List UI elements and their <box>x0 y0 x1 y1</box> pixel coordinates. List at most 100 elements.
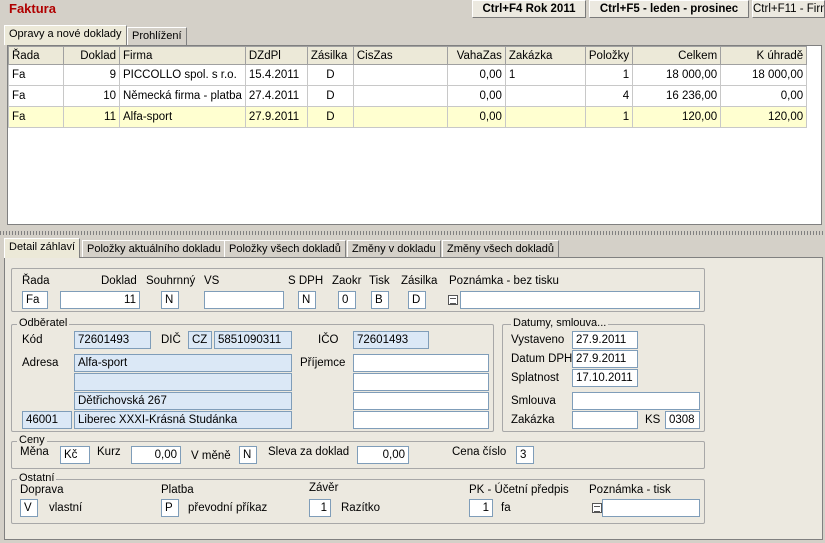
doklad-label: Doklad <box>101 275 137 287</box>
cell-vahazas: 0,00 <box>446 85 506 107</box>
cell-zasilka: D <box>306 64 354 86</box>
poznamka-tisk-field[interactable] <box>602 499 700 517</box>
vystaveno-field[interactable]: 27.9.2011 <box>572 331 638 349</box>
detail-panel: Řada Doklad Souhrnný VS S DPH Zaokr Tisk… <box>4 257 823 540</box>
col-dzdpl[interactable]: DZdPl <box>244 46 308 65</box>
zaokr-field[interactable]: 0 <box>338 291 356 309</box>
mena-label: Měna <box>20 446 49 458</box>
poznamka-bez-tisku-field[interactable] <box>460 291 700 309</box>
kod-field[interactable]: 72601493 <box>74 331 151 349</box>
smlouva-field[interactable] <box>572 392 700 410</box>
rada-label: Řada <box>22 275 50 287</box>
col-doklad[interactable]: Doklad <box>63 46 120 65</box>
odberatel-title: Odběratel <box>17 317 70 329</box>
psc-field[interactable]: 46001 <box>22 411 72 429</box>
adresa-line-2[interactable] <box>74 373 292 391</box>
col-zasilka[interactable]: Zásilka <box>306 46 354 65</box>
prijemce-line-3[interactable] <box>353 392 489 410</box>
documents-grid[interactable]: Řada Doklad Firma DZdPl Zásilka CisZas V… <box>7 45 822 225</box>
rada-field[interactable]: Fa <box>22 291 48 309</box>
datum-dph-field[interactable]: 27.9.2011 <box>572 350 638 368</box>
year-button[interactable]: Ctrl+F4 Rok 2011 <box>472 0 586 18</box>
cell-zasilka: D <box>306 106 354 128</box>
vs-field[interactable] <box>204 291 284 309</box>
table-row[interactable]: Fa 10 Německá firma - platba 27.4.2011 D… <box>8 85 808 107</box>
ceny-title: Ceny <box>17 434 47 446</box>
pk-field[interactable]: 1 <box>469 499 493 517</box>
doklad-field[interactable]: 11 <box>60 291 140 309</box>
zakazka-field[interactable] <box>572 411 638 429</box>
cell-rada: Fa <box>8 106 64 128</box>
cell-ciszas <box>352 85 448 107</box>
col-k-uhrade[interactable]: K úhradě <box>720 46 808 65</box>
tab-zmeny-v-dokladu[interactable]: Změny v dokladu <box>347 240 441 258</box>
zaver-field[interactable]: 1 <box>309 499 331 517</box>
mesto-field[interactable]: Liberec XXXI-Krásná Studánka <box>74 411 292 429</box>
prijemce-line-2[interactable] <box>353 373 489 391</box>
grid-header-row: Řada Doklad Firma DZdPl Zásilka CisZas V… <box>8 46 808 65</box>
memo-icon[interactable] <box>448 295 458 305</box>
cell-polozky: 4 <box>584 85 634 107</box>
tab-polozky-vsech[interactable]: Položky všech dokladů <box>224 240 346 258</box>
tisk-label: Tisk <box>369 275 390 287</box>
vmene-field[interactable]: N <box>239 446 257 464</box>
dic-prefix-field[interactable]: CZ <box>188 331 212 349</box>
doprava-field[interactable]: V <box>20 499 38 517</box>
table-row[interactable]: Fa 9 PICCOLLO spol. s r.o. 15.4.2011 D 0… <box>8 64 808 86</box>
ks-field[interactable]: 0308 <box>665 411 700 429</box>
cell-vahazas: 0,00 <box>446 64 506 86</box>
mena-field[interactable]: Kč <box>60 446 90 464</box>
tab-zmeny-vsech[interactable]: Změny všech dokladů <box>442 240 559 258</box>
tab-prohlizeni[interactable]: Prohlížení <box>127 27 187 45</box>
platba-field[interactable]: P <box>161 499 179 517</box>
sleva-label: Sleva za doklad <box>268 446 350 458</box>
col-ciszas[interactable]: CisZas <box>352 46 448 65</box>
tisk-field[interactable]: B <box>371 291 389 309</box>
zasilka-field[interactable]: D <box>408 291 426 309</box>
poznamka-tisk-label: Poznámka - tisk <box>589 484 671 496</box>
kurz-label: Kurz <box>97 446 121 458</box>
cell-doklad: 11 <box>63 106 120 128</box>
cena-cislo-field[interactable]: 3 <box>516 446 534 464</box>
col-rada[interactable]: Řada <box>8 46 64 65</box>
kod-label: Kód <box>22 334 43 346</box>
memo-icon[interactable] <box>592 503 602 513</box>
cell-polozky: 1 <box>584 64 634 86</box>
adresa-line-3[interactable]: Dětřichovská 267 <box>74 392 292 410</box>
souhrnny-field[interactable]: N <box>161 291 179 309</box>
table-row-selected[interactable]: Fa 11 Alfa-sport 27.9.2011 D 0,00 1 120,… <box>8 106 808 128</box>
cell-celkem: 18 000,00 <box>632 64 722 86</box>
firm-button[interactable]: Ctrl+F11 - Firm <box>752 0 825 18</box>
pk-text: fa <box>501 502 511 514</box>
poznamka-bez-tisku-label: Poznámka - bez tisku <box>449 275 559 287</box>
period-button[interactable]: Ctrl+F5 - leden - prosinec <box>589 0 749 18</box>
prijemce-line-4[interactable] <box>353 411 489 429</box>
cell-ciszas <box>352 64 448 86</box>
tab-detail-zahlavi[interactable]: Detail záhlaví <box>4 238 81 258</box>
adresa-label: Adresa <box>22 357 59 369</box>
cell-dzdpl: 27.9.2011 <box>244 106 308 128</box>
pk-label: PK - Účetní předpis <box>469 484 569 496</box>
col-polozky[interactable]: Položky <box>584 46 634 65</box>
prijemce-line-1[interactable] <box>353 354 489 372</box>
panel-splitter[interactable] <box>0 231 825 235</box>
adresa-line-1[interactable]: Alfa-sport <box>74 354 292 372</box>
dic-field[interactable]: 5851090311 <box>214 331 292 349</box>
sdph-field[interactable]: N <box>298 291 316 309</box>
col-zakazka[interactable]: Zakázka <box>504 46 586 65</box>
splatnost-field[interactable]: 17.10.2011 <box>572 369 638 387</box>
col-celkem[interactable]: Celkem <box>632 46 722 65</box>
cell-doklad: 9 <box>63 64 120 86</box>
zaver-text: Razítko <box>341 502 380 514</box>
tab-polozky-aktualniho[interactable]: Položky aktuálního dokladu <box>82 240 226 258</box>
cell-zasilka: D <box>306 85 354 107</box>
tab-opravy[interactable]: Opravy a nové doklady <box>4 25 127 45</box>
ico-field[interactable]: 72601493 <box>353 331 429 349</box>
col-vahazas[interactable]: VahaZas <box>446 46 506 65</box>
cell-rada: Fa <box>8 64 64 86</box>
cell-k-uhrade: 0,00 <box>720 85 808 107</box>
vs-label: VS <box>204 275 220 287</box>
sleva-field[interactable]: 0,00 <box>357 446 409 464</box>
kurz-field[interactable]: 0,00 <box>131 446 181 464</box>
col-firma[interactable]: Firma <box>119 46 246 65</box>
